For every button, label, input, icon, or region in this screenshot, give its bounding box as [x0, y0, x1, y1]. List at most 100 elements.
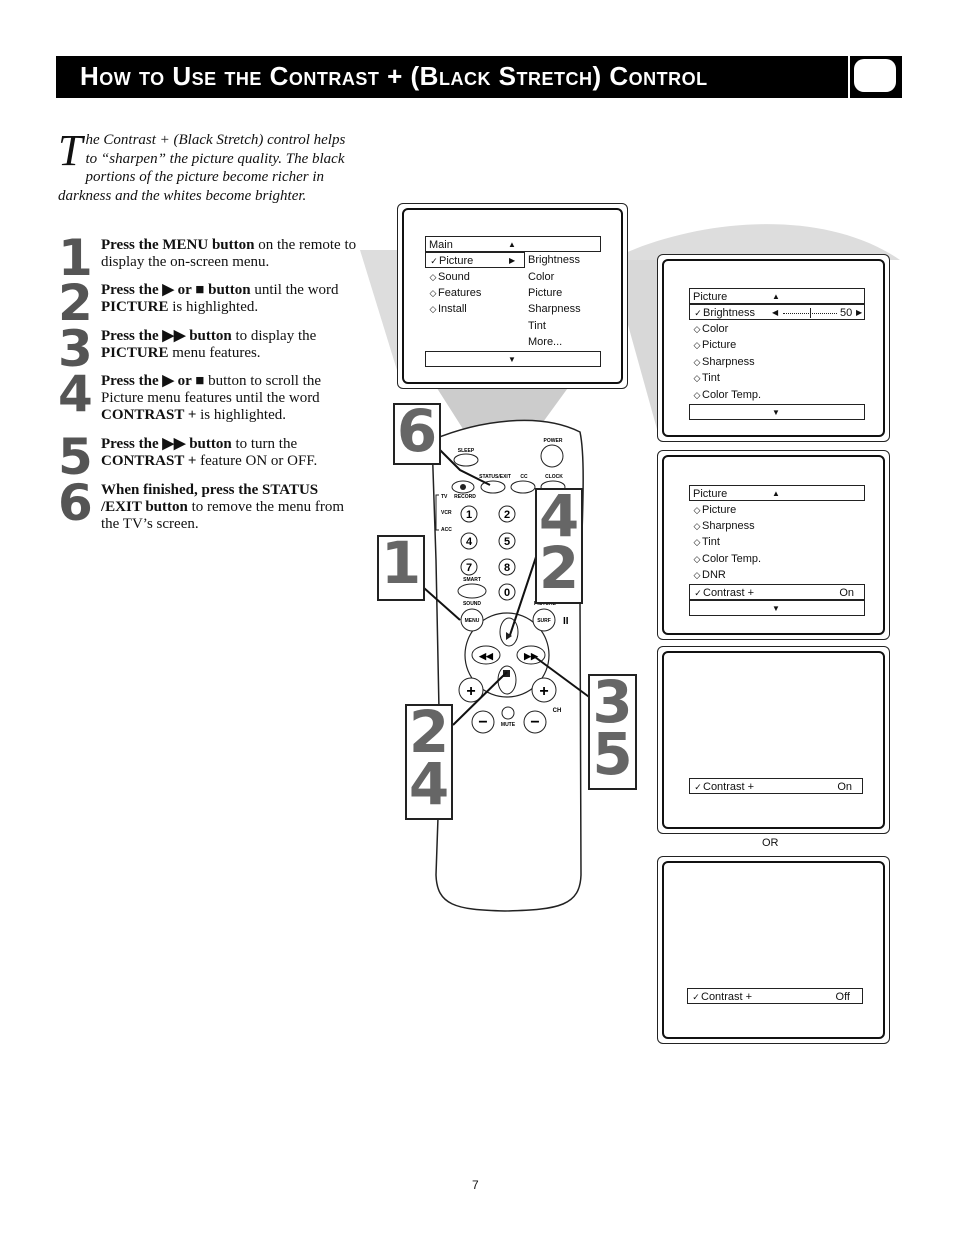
step-text: until the word — [250, 282, 339, 298]
digit-label: 8 — [504, 562, 510, 574]
diamond-icon: ◇ — [693, 390, 701, 400]
diamond-icon: ◇ — [693, 505, 701, 515]
brightness-value: 50 — [840, 307, 853, 319]
up-arrow-icon: ▲ — [772, 292, 780, 301]
check-icon: ✓ — [694, 588, 702, 598]
contrast-plus-bar[interactable]: ✓Contrast + On — [689, 778, 863, 794]
mute-button[interactable] — [501, 706, 515, 720]
down-arrow-icon: ▼ — [508, 355, 516, 364]
menu-item-picture[interactable]: ✓Picture ▶ — [425, 252, 525, 268]
menu-header-label: Main — [429, 239, 453, 251]
step-bold: Press the ▶▶ button — [101, 328, 232, 344]
menu-item-label: Picture — [702, 504, 737, 516]
callout-number: 2 — [538, 534, 580, 602]
menu-item-tint[interactable]: ◇ Tint — [692, 370, 720, 386]
brightness-slider-thumb[interactable] — [810, 308, 811, 318]
digit-label: 2 — [504, 509, 510, 521]
menu-item-color-temp[interactable]: ◇ Color Temp. — [692, 551, 762, 567]
step-text: menu features. — [168, 345, 261, 361]
callout-number: 5 — [592, 720, 633, 788]
tv-screen-picture-brightness: Picture ▲ ✓Brightness ◀ 50 ▶ ◇ Color ◇ Pict… — [657, 254, 890, 442]
cc-button[interactable] — [510, 480, 536, 494]
menu-item-label: Color — [702, 323, 729, 335]
diamond-icon: ◇ — [429, 272, 437, 282]
submenu-item: Color — [528, 271, 555, 283]
menu-item-label: DNR — [702, 569, 726, 581]
cc-label: CC — [520, 474, 528, 480]
digit-label: 7 — [466, 562, 472, 574]
menu-item-label: Brightness — [703, 307, 755, 319]
page-title: How to Use the Contrast + (Black Stretch… — [80, 61, 708, 91]
record-label: RECORD — [454, 494, 476, 500]
power-button[interactable] — [540, 444, 564, 468]
status-exit-label: STATUS/EXIT — [479, 474, 511, 480]
up-arrow-icon: ▲ — [508, 240, 516, 249]
menu-item-dnr[interactable]: ◇ DNR — [692, 567, 726, 583]
menu-header-label: Picture — [693, 291, 728, 303]
tv-screen-contrast-on: ✓Contrast + On — [657, 646, 890, 834]
mute-label: MUTE — [501, 722, 516, 728]
diamond-icon: ◇ — [429, 288, 437, 298]
step-bold: Press the ▶ or ■ button — [101, 282, 251, 298]
clock-label: CLOCK — [545, 474, 563, 480]
menu-item-label: Picture — [702, 339, 737, 351]
menu-header: Picture ▲ — [689, 288, 865, 304]
menu-item-label: Install — [438, 303, 467, 315]
minus-icon: − — [478, 714, 487, 731]
menu-item-brightness[interactable]: ✓Brightness ◀ 50 ▶ — [689, 304, 865, 320]
menu-item-color-temp[interactable]: ◇ Color Temp. — [692, 387, 762, 403]
diamond-icon: ◇ — [693, 521, 701, 531]
menu-item-picture[interactable]: ◇ Picture — [692, 337, 737, 353]
digit-label: 5 — [504, 536, 510, 548]
menu-item-install[interactable]: ◇ Install — [428, 301, 467, 317]
menu-header: Picture ▲ — [689, 485, 865, 501]
callout-number: 6 — [396, 397, 438, 465]
fast-forward-icon: ▶▶ — [523, 651, 539, 661]
menu-label: MENU — [465, 618, 480, 624]
step-bold: CONTRAST + — [101, 453, 197, 469]
step-bold: Press the MENU button — [101, 237, 255, 253]
menu-item-label: Sharpness — [702, 520, 755, 532]
contrast-plus-bar[interactable]: ✓Contrast + Off — [687, 988, 863, 1004]
intro-text: he Contrast + (Black Stretch) control he… — [58, 132, 346, 204]
smart-sound-button[interactable] — [457, 583, 487, 599]
step-text: is highlighted. — [168, 299, 259, 315]
menu-item-sharpness[interactable]: ◇ Sharpness — [692, 518, 755, 534]
callout-number: 4 — [408, 750, 450, 818]
submenu-item: Tint — [528, 320, 546, 332]
check-icon: ✓ — [694, 782, 702, 792]
menu-header: Main ▲ — [425, 236, 601, 252]
callout-steps-4-2: 42 — [535, 487, 583, 604]
smart-label: SMART — [463, 577, 481, 583]
minus-icon: − — [530, 714, 539, 731]
menu-item-sharpness[interactable]: ◇ Sharpness — [692, 354, 755, 370]
menu-item-sound[interactable]: ◇ Sound — [428, 269, 470, 285]
diamond-icon: ◇ — [693, 373, 701, 383]
step-text: to turn the — [231, 436, 298, 452]
menu-item-label: Contrast + — [703, 587, 755, 599]
diamond-icon: ◇ — [693, 340, 701, 350]
right-arrow-icon: ▶ — [856, 308, 863, 317]
digit-label: 4 — [466, 536, 473, 548]
check-icon: ✓ — [430, 256, 438, 266]
down-arrow-icon: ▼ — [772, 408, 780, 417]
plus-icon: + — [466, 683, 475, 700]
menu-item-tint[interactable]: ◇ Tint — [692, 534, 720, 550]
menu-item-label: Sharpness — [702, 356, 755, 368]
callout-number: 1 — [380, 529, 422, 597]
menu-item-features[interactable]: ◇ Features — [428, 285, 482, 301]
sleep-label: SLEEP — [458, 448, 475, 454]
step-bold: PICTURE — [101, 299, 169, 315]
pause-icon: II — [563, 616, 569, 627]
sleep-button[interactable] — [453, 453, 479, 467]
vcr-label: VCR — [441, 510, 452, 516]
acc-label: ACC — [441, 527, 452, 533]
menu-item-contrast-plus[interactable]: ✓Contrast + On — [689, 584, 865, 600]
step-bold: Press the ▶▶ button — [101, 436, 232, 452]
menu-item-picture[interactable]: ◇ Picture — [692, 502, 737, 518]
step-bold: Press the ▶ or ■ — [101, 373, 205, 389]
tv-label: TV — [441, 494, 448, 500]
tv-screen-picture-contrast: Picture ▲ ◇ Picture ◇ Sharpness ◇ Tint ◇ Colo… — [657, 450, 890, 640]
menu-footer: ▼ — [689, 600, 865, 616]
menu-item-color[interactable]: ◇ Color — [692, 321, 729, 337]
